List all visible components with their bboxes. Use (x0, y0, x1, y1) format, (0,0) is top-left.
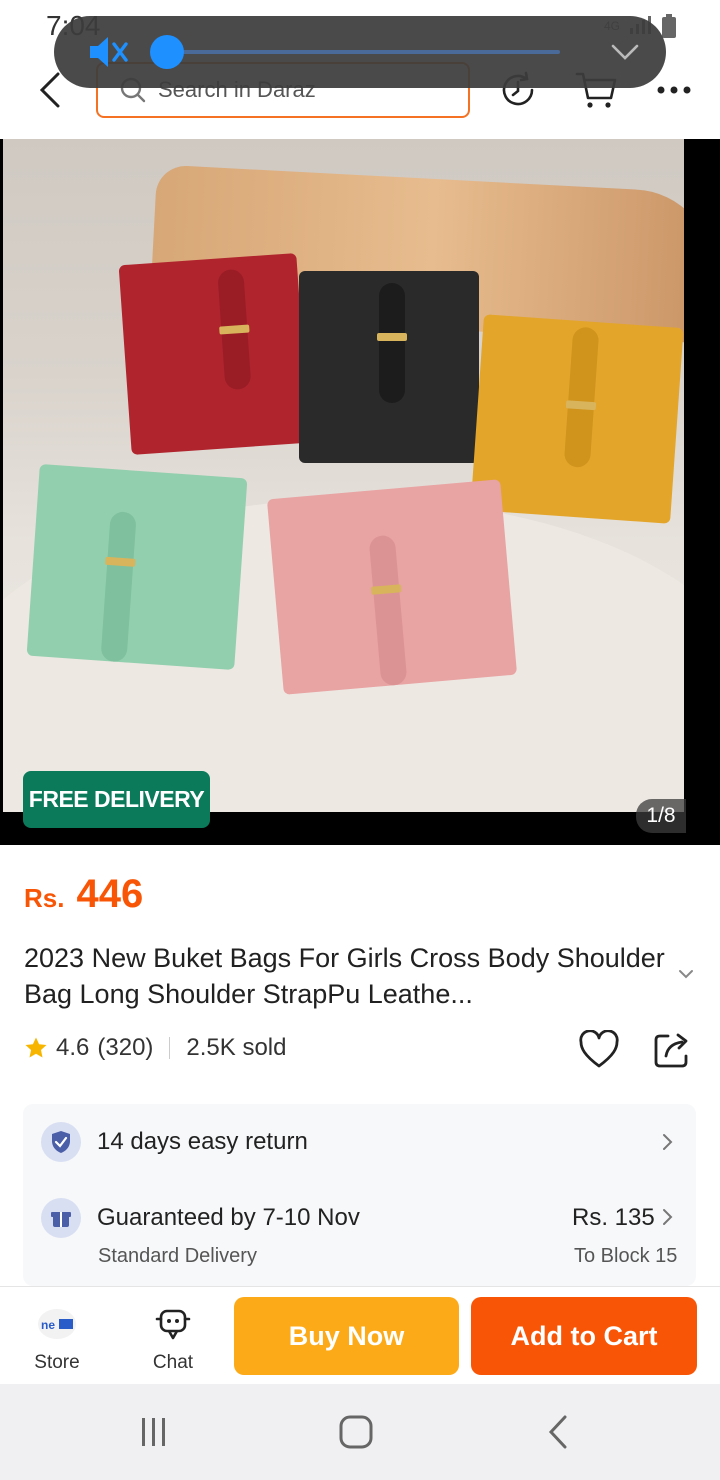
back-arrow-icon (39, 72, 60, 108)
product-image-gallery[interactable]: FREE DELIVERY 1/8 (0, 139, 720, 845)
store-logo-icon: ne (38, 1309, 76, 1339)
recents-icon (142, 1418, 165, 1446)
recents-button[interactable] (124, 1408, 184, 1456)
chevron-right-icon[interactable] (661, 1207, 675, 1227)
price-amount: 446 (76, 872, 144, 916)
free-delivery-badge: FREE DELIVERY (23, 771, 210, 828)
store-button[interactable]: ne Store (22, 1307, 92, 1377)
service-info-box: 14 days easy return Guaranteed by 7-10 N… (23, 1104, 696, 1286)
chevron-right-icon[interactable] (661, 1132, 675, 1152)
volume-panel[interactable] (54, 16, 666, 88)
system-back-button[interactable] (528, 1408, 588, 1456)
home-button[interactable] (326, 1408, 386, 1456)
image-page-indicator: 1/8 (636, 799, 686, 833)
home-icon (339, 1415, 373, 1449)
product-photo[interactable] (3, 139, 684, 812)
svg-text:ne: ne (41, 1318, 55, 1332)
back-icon (548, 1415, 567, 1449)
sold-count: 2.5K sold (186, 1034, 287, 1061)
store-label: Store (34, 1352, 80, 1373)
chat-label: Chat (152, 1352, 194, 1373)
delivery-location[interactable]: To Block 15 (574, 1245, 677, 1268)
star-icon (25, 1037, 47, 1058)
system-nav-bar (0, 1384, 720, 1480)
price-currency: Rs. (24, 883, 65, 913)
easy-return-text[interactable]: 14 days easy return (97, 1128, 308, 1156)
rating-divider (169, 1037, 171, 1059)
battery-icon (662, 14, 676, 38)
add-to-cart-button[interactable]: Add to Cart (471, 1297, 697, 1375)
buy-now-button[interactable]: Buy Now (234, 1297, 459, 1375)
delivery-guarantee-text[interactable]: Guaranteed by 7-10 Nov (97, 1204, 360, 1232)
product-price: Rs. 446 (24, 872, 143, 917)
review-count: (320) (97, 1034, 154, 1061)
chevron-down-icon[interactable] (610, 40, 640, 64)
chat-icon (155, 1309, 191, 1340)
chat-button[interactable]: Chat (138, 1307, 208, 1377)
delivery-type: Standard Delivery (98, 1245, 257, 1267)
more-options-button[interactable] (652, 68, 696, 112)
bottom-action-bar: ne Store Chat Buy Now Add to Cart (0, 1286, 720, 1384)
delivery-truck-icon (41, 1198, 81, 1238)
shield-check-icon (41, 1122, 81, 1162)
volume-thumb[interactable] (150, 35, 184, 69)
rating-value: 4.6 (56, 1034, 90, 1061)
expand-title-chevron-icon[interactable] (676, 966, 696, 982)
product-title: 2023 New Buket Bags For Girls Cross Body… (24, 943, 665, 1009)
heart-icon[interactable] (578, 1030, 620, 1070)
volume-track[interactable] (166, 50, 560, 54)
share-icon[interactable] (652, 1030, 692, 1070)
more-icon (657, 86, 691, 94)
rating-row[interactable]: 4.6 (320) 2.5K sold (24, 1034, 286, 1062)
mute-icon[interactable] (88, 34, 128, 70)
delivery-fee: Rs. 135 (572, 1204, 655, 1231)
